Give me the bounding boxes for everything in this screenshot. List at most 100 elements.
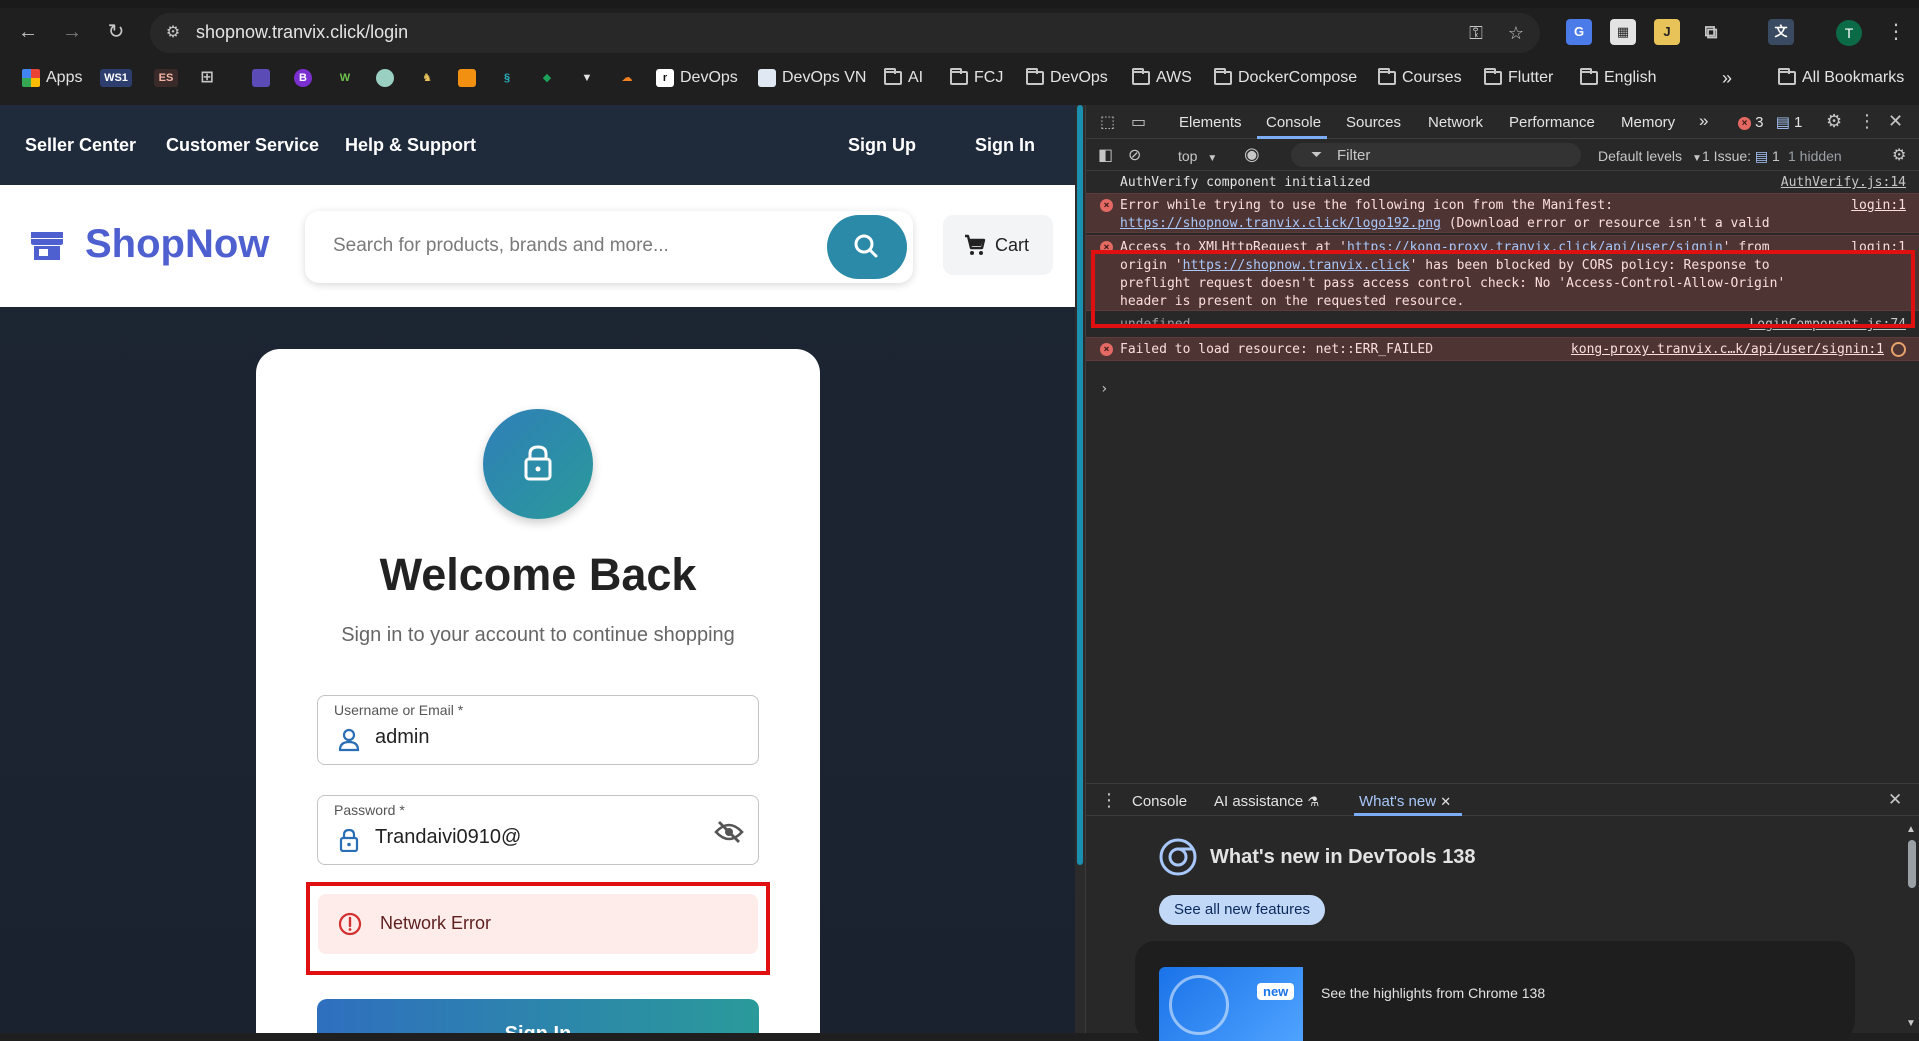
close-tab-icon[interactable]: ✕ — [1440, 794, 1451, 809]
bookmark-favicon-7[interactable]: § — [498, 66, 516, 90]
sign-up-link[interactable]: Sign Up — [848, 135, 916, 156]
more-bookmarks-chevron-icon[interactable]: » — [1722, 66, 1732, 90]
inspect-element-icon[interactable]: ⬚ — [1100, 112, 1115, 132]
bookmark-folder-english[interactable]: English — [1580, 66, 1656, 90]
bookmark-favicon-2[interactable]: B — [294, 66, 312, 90]
password-field[interactable]: Password * — [317, 795, 759, 865]
bookmark-favicon-8[interactable]: ◆ — [538, 66, 556, 90]
device-toolbar-icon[interactable]: ▭ — [1131, 112, 1146, 132]
bookmark-devops[interactable]: r DevOps — [656, 66, 738, 90]
sidebar-toggle-icon[interactable]: ◧ — [1098, 145, 1113, 165]
bookmark-devops-vn[interactable]: DevOps VN — [758, 66, 866, 90]
drawer-tab-whats-new[interactable]: What's new ✕ — [1359, 793, 1451, 810]
customer-service-link[interactable]: Customer Service — [166, 135, 319, 156]
url-text[interactable]: shopnow.tranvix.click/login — [196, 22, 408, 43]
see-all-features-button[interactable]: See all new features — [1159, 895, 1325, 925]
bookmark-favicon-6[interactable] — [458, 66, 476, 90]
translate-extension-icon[interactable]: G — [1566, 19, 1592, 45]
search-input[interactable] — [333, 235, 813, 257]
drawer-scrollbar[interactable]: ▲ ▼ — [1906, 824, 1918, 1034]
search-bar — [305, 211, 913, 283]
bookmark-favicon-5[interactable]: ♞ — [418, 66, 436, 90]
scroll-down-icon[interactable]: ▼ — [1906, 1018, 1916, 1029]
forward-arrow-icon[interactable]: → — [58, 18, 86, 46]
eye-icon[interactable]: ◉ — [1244, 144, 1260, 165]
context-selector[interactable]: top ▼ — [1178, 148, 1217, 164]
network-request-icon[interactable] — [1891, 342, 1906, 357]
all-bookmarks[interactable]: All Bookmarks — [1778, 66, 1904, 90]
bookmark-folder-fcj[interactable]: FCJ — [950, 66, 1003, 90]
tab-network[interactable]: Network — [1428, 114, 1483, 131]
bookmark-favicon-3[interactable]: W — [336, 66, 354, 90]
page-scrollbar[interactable] — [1075, 105, 1085, 1033]
annotation-highlight-box — [306, 882, 770, 975]
scroll-up-icon[interactable]: ▲ — [1906, 824, 1916, 835]
tab-performance[interactable]: Performance — [1509, 114, 1595, 131]
visibility-off-icon[interactable] — [714, 820, 744, 844]
password-key-icon[interactable]: ⚿ — [1464, 21, 1488, 45]
cart-button[interactable]: Cart — [943, 215, 1053, 275]
tab-console[interactable]: Console — [1266, 114, 1321, 131]
drawer-scrollbar-thumb[interactable] — [1908, 840, 1916, 888]
bookmark-es[interactable]: ES — [154, 66, 178, 90]
folder-icon — [1778, 68, 1796, 85]
seller-center-link[interactable]: Seller Center — [25, 135, 136, 156]
profile-avatar[interactable]: T — [1836, 20, 1862, 46]
qr-extension-icon[interactable]: ▦ — [1610, 19, 1636, 45]
username-field[interactable]: Username or Email * — [317, 695, 759, 765]
bookmark-favicon-1[interactable] — [252, 66, 270, 90]
drawer-tab-console[interactable]: Console — [1132, 793, 1187, 810]
brand-logo[interactable]: ShopNow — [85, 222, 269, 267]
bookmark-folder-aws[interactable]: AWS — [1132, 66, 1192, 90]
console-settings-icon[interactable]: ⚙ — [1892, 145, 1906, 165]
tab-elements[interactable]: Elements — [1179, 114, 1242, 131]
username-input[interactable] — [375, 726, 705, 749]
issues-button[interactable]: 1 Issue: ▤ 1 — [1702, 148, 1780, 165]
drawer-menu-icon[interactable]: ⋮ — [1100, 790, 1118, 811]
bookmark-star-icon[interactable]: ☆ — [1504, 21, 1528, 45]
log-source-link[interactable]: AuthVerify.js:14 — [1781, 174, 1906, 192]
close-drawer-icon[interactable]: ✕ — [1888, 790, 1902, 810]
tab-memory[interactable]: Memory — [1621, 114, 1675, 131]
sign-in-link[interactable]: Sign In — [975, 135, 1035, 156]
clear-console-icon[interactable]: ⊘ — [1128, 145, 1141, 165]
site-info-icon[interactable]: ⚙ — [160, 20, 186, 46]
page-scrollbar-thumb[interactable] — [1077, 105, 1083, 865]
help-support-link[interactable]: Help & Support — [345, 135, 476, 156]
bookmark-ws1[interactable]: WS1 — [100, 66, 132, 90]
error-counter[interactable]: × 3 ▤ 1 — [1738, 113, 1802, 131]
close-devtools-icon[interactable]: ✕ — [1888, 111, 1903, 132]
log-source-link[interactable]: kong-proxy.tranvix.c…k/api/user/signin:1 — [1571, 341, 1884, 359]
bookmark-apps[interactable]: Apps — [22, 66, 82, 90]
more-tabs-chevron-icon[interactable]: » — [1699, 111, 1708, 131]
devtools-menu-icon[interactable]: ⋮ — [1858, 111, 1876, 132]
sign-in-button[interactable]: Sign In — [317, 999, 759, 1033]
bookmark-favicon-4[interactable] — [376, 66, 394, 90]
bookmark-folder-ai[interactable]: AI — [884, 66, 923, 90]
bookmark-folder-courses[interactable]: Courses — [1378, 66, 1462, 90]
bookmark-favicon-10[interactable]: ☁ — [618, 66, 636, 90]
search-button[interactable] — [827, 215, 907, 279]
highlights-card[interactable]: new See the highlights from Chrome 138 — [1135, 941, 1855, 1041]
log-source-link[interactable]: login:1 — [1851, 197, 1906, 215]
google-translate-icon[interactable]: 文 — [1768, 19, 1794, 45]
bookmark-folder-dockercompose[interactable]: DockerCompose — [1214, 66, 1357, 90]
password-input[interactable] — [375, 826, 705, 849]
bookmark-folder-flutter[interactable]: Flutter — [1484, 66, 1553, 90]
drawer-tab-ai-assistance[interactable]: AI assistance ⚗ — [1214, 793, 1319, 810]
log-link[interactable]: https://shopnow.tranvix.click/logo192.pn… — [1120, 216, 1441, 231]
extensions-puzzle-icon[interactable]: ⧉ — [1698, 19, 1724, 45]
tab-sources[interactable]: Sources — [1346, 114, 1401, 131]
back-arrow-icon[interactable]: ← — [14, 18, 42, 46]
console-prompt[interactable]: › — [1100, 381, 1108, 397]
bookmark-grid[interactable]: ⊞ — [198, 66, 216, 90]
reload-icon[interactable]: ↻ — [102, 18, 130, 46]
j-extension-icon[interactable]: J — [1654, 19, 1680, 45]
settings-gear-icon[interactable]: ⚙ — [1826, 111, 1842, 132]
log-text: Error while trying to use the following … — [1120, 198, 1621, 213]
log-levels-dropdown[interactable]: Default levels ▼ — [1598, 148, 1702, 164]
console-filter[interactable]: ⏷ Filter — [1291, 143, 1581, 167]
bookmark-favicon-9[interactable]: ▼ — [578, 66, 596, 90]
browser-menu-icon[interactable]: ⋮ — [1886, 18, 1906, 46]
bookmark-folder-devops[interactable]: DevOps — [1026, 66, 1108, 90]
